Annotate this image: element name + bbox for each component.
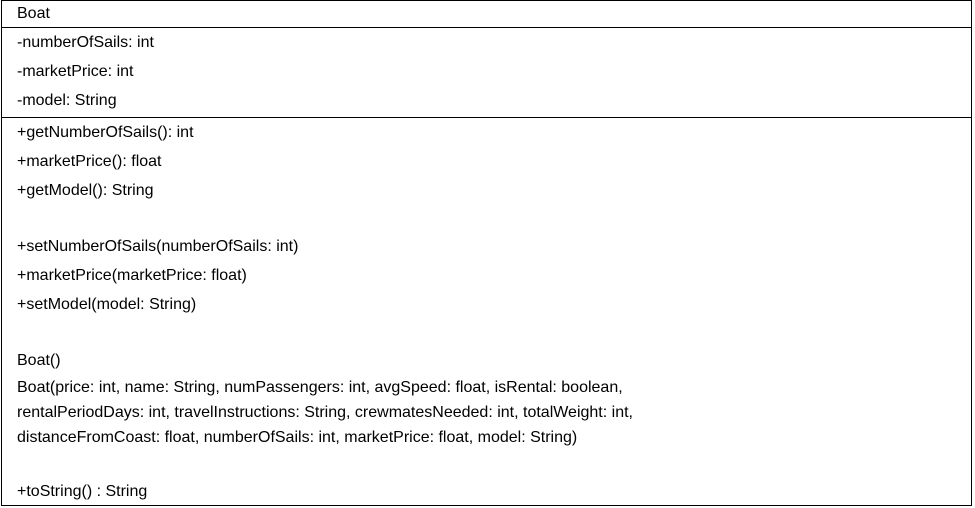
attribute-market-price: -marketPrice: int — [17, 63, 134, 80]
operations-compartment: +getNumberOfSails(): int +marketPrice():… — [2, 118, 971, 506]
constructor-full-line-2: rentalPeriodDays: int, travelInstruction… — [17, 404, 633, 421]
class-name: Boat — [17, 5, 50, 22]
attribute-number-of-sails: -numberOfSails: int — [17, 34, 154, 51]
operation-market-price-getter: +marketPrice(): float — [17, 153, 162, 170]
class-name-compartment: Boat — [2, 1, 971, 28]
operation-get-number-of-sails: +getNumberOfSails(): int — [17, 124, 194, 141]
constructor-default: Boat() — [17, 352, 61, 369]
uml-class-box: Boat -numberOfSails: int -marketPrice: i… — [1, 0, 972, 506]
attributes-compartment: -numberOfSails: int -marketPrice: int -m… — [2, 28, 971, 118]
operation-set-number-of-sails: +setNumberOfSails(numberOfSails: int) — [17, 238, 299, 255]
constructor-full-line-3: distanceFromCoast: float, numberOfSails:… — [17, 429, 578, 446]
attribute-model: -model: String — [17, 92, 117, 109]
constructor-full-line-1: Boat(price: int, name: String, numPassen… — [17, 379, 623, 396]
operation-to-string: +toString() : String — [17, 483, 148, 500]
operation-market-price-setter: +marketPrice(marketPrice: float) — [17, 267, 247, 284]
operation-set-model: +setModel(model: String) — [17, 296, 197, 313]
operation-get-model: +getModel(): String — [17, 182, 154, 199]
